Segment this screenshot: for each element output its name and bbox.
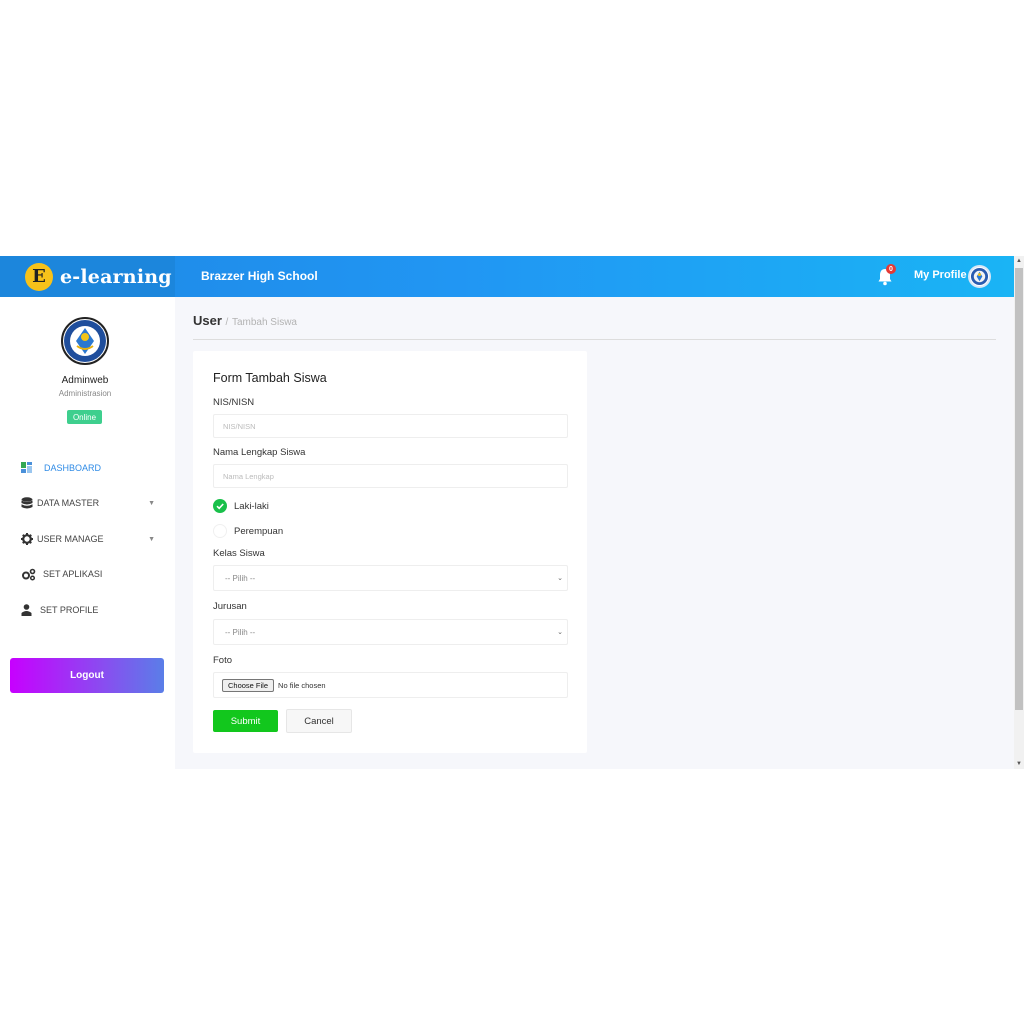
my-profile-link[interactable]: My Profile: [914, 269, 967, 281]
radio-unchecked-icon[interactable]: [213, 524, 227, 538]
top-navbar: E e-learning Brazzer High School 0 My Pr…: [0, 256, 1014, 297]
breadcrumb-main: User: [193, 313, 222, 328]
sidebar-item-label: SET PROFILE: [40, 605, 99, 615]
school-name: Brazzer High School: [201, 269, 318, 283]
chevron-down-icon: ▼: [148, 535, 155, 543]
foto-label: Foto: [213, 655, 233, 666]
breadcrumb-current: Tambah Siswa: [231, 317, 297, 328]
user-avatar: [61, 317, 109, 365]
notification-badge: 0: [886, 264, 896, 274]
chevron-down-icon: ⌄: [557, 629, 563, 636]
sidebar-item-set-profile[interactable]: SET PROFILE: [20, 602, 155, 618]
radio-checked-icon[interactable]: [213, 499, 227, 513]
sidebar-item-label: SET APLIKASI: [43, 569, 103, 579]
sidebar-item-set-aplikasi[interactable]: SET APLIKASI: [20, 566, 155, 582]
chevron-down-icon: ⌄: [557, 575, 563, 582]
file-status: No file chosen: [278, 680, 326, 690]
dashboard-icon: [20, 462, 33, 475]
sidebar-item-data-master[interactable]: DATA MASTER ▼: [20, 495, 155, 511]
chevron-down-icon: ▼: [148, 499, 155, 507]
sidebar-item-user-manage[interactable]: USER MANAGE ▼: [20, 531, 155, 547]
nis-label: NIS/NISN: [213, 397, 255, 408]
gears-icon: [20, 568, 36, 581]
status-badge: Online: [67, 410, 102, 424]
app-window: E e-learning Brazzer High School 0 My Pr…: [0, 256, 1024, 769]
nama-label: Nama Lengkap Siswa: [213, 447, 306, 458]
scroll-down-icon[interactable]: ▼: [1014, 759, 1024, 769]
jurusan-label: Jurusan: [213, 601, 247, 612]
user-role: Administrasion: [58, 389, 112, 398]
scroll-up-icon[interactable]: ▲: [1014, 256, 1024, 266]
kelas-label: Kelas Siswa: [213, 548, 265, 559]
user-name: Adminweb: [61, 375, 109, 386]
sidebar-item-label: DATA MASTER: [37, 498, 100, 508]
brand-name: e-learning: [60, 265, 172, 288]
form-card: Form Tambah Siswa NIS/NISN NIS/NISN Nama…: [193, 351, 587, 753]
jurusan-select[interactable]: -- Pilih -- ⌄: [213, 619, 568, 645]
profile-avatar[interactable]: [968, 265, 991, 288]
kelas-select[interactable]: -- Pilih -- ⌄: [213, 565, 568, 591]
nis-input[interactable]: NIS/NISN: [213, 414, 568, 438]
foto-file-input[interactable]: Choose File No file chosen: [213, 672, 568, 698]
gear-icon: [20, 533, 33, 546]
sidebar-item-dashboard[interactable]: DASHBOARD: [20, 460, 155, 476]
jurusan-selected-value: -- Pilih --: [225, 627, 256, 637]
cancel-button[interactable]: Cancel: [286, 709, 352, 733]
gender-label: Laki-laki: [234, 500, 269, 512]
database-icon: [20, 496, 33, 510]
logout-button[interactable]: Logout: [10, 658, 164, 693]
sidebar: Adminweb Administrasion Online DASHBOARD: [0, 297, 175, 769]
breadcrumb-divider: [193, 339, 996, 340]
sidebar-item-label: USER MANAGE: [37, 534, 104, 544]
nama-input[interactable]: Nama Lengkap: [213, 464, 568, 488]
breadcrumb: User / Tambah Siswa: [193, 313, 297, 328]
brand-badge: E: [25, 262, 53, 291]
gender-label: Perempuan: [234, 525, 284, 537]
form-title: Form Tambah Siswa: [213, 371, 327, 385]
submit-button[interactable]: Submit: [213, 710, 278, 732]
brand-logo[interactable]: E e-learning: [0, 256, 175, 297]
scrollbar-thumb[interactable]: [1015, 268, 1023, 710]
kelas-selected-value: -- Pilih --: [225, 573, 256, 583]
gender-option-perempuan[interactable]: Perempuan: [213, 524, 283, 538]
breadcrumb-separator: /: [225, 317, 229, 328]
user-icon: [20, 604, 33, 617]
sidebar-item-label: DASHBOARD: [44, 463, 102, 473]
gender-option-laki-laki[interactable]: Laki-laki: [213, 499, 269, 513]
choose-file-button[interactable]: Choose File: [222, 678, 275, 692]
